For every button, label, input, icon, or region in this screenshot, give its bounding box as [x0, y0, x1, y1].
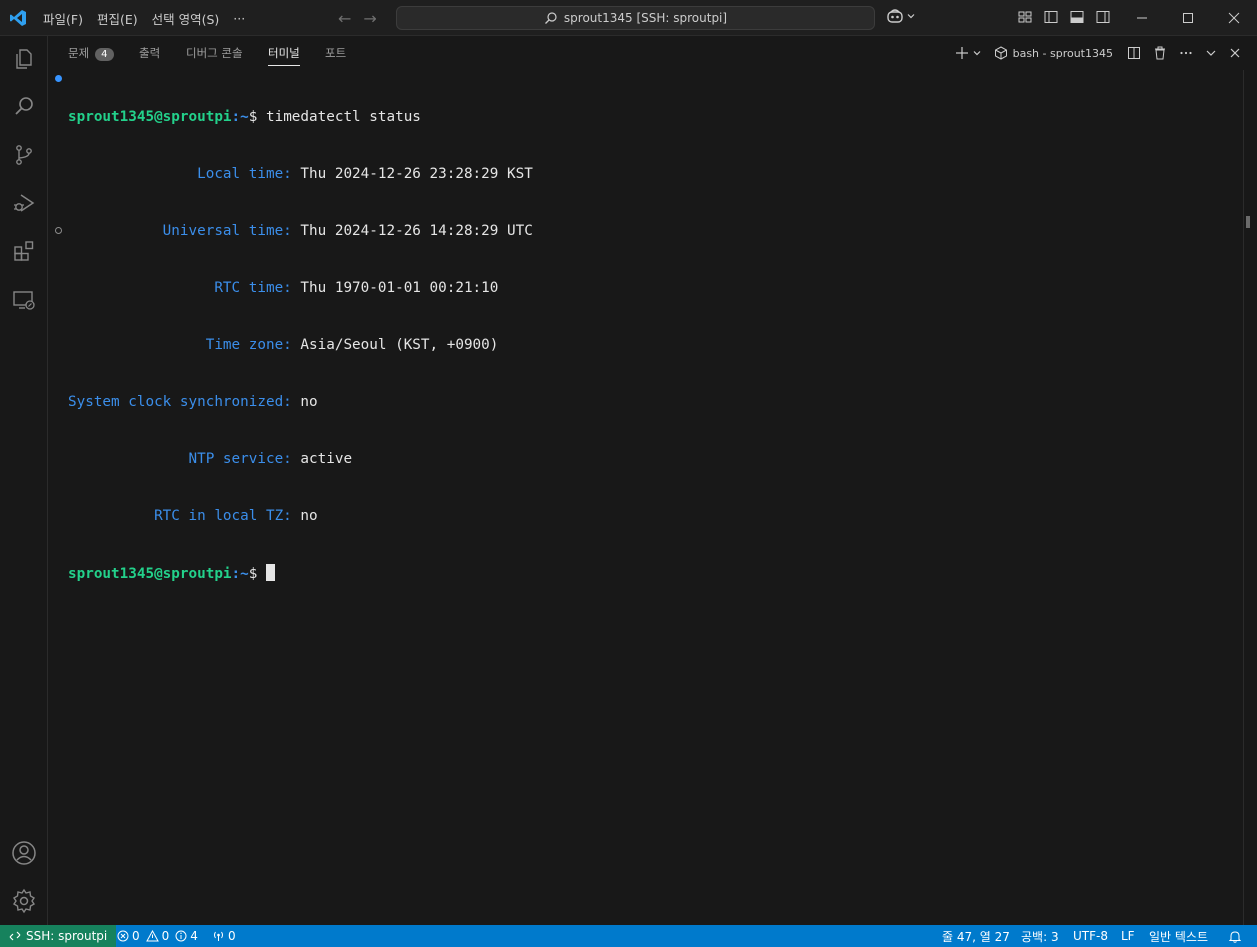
cursor-position[interactable]: 줄 47, 열 27	[942, 925, 1010, 947]
remote-label: SSH: sproutpi	[26, 929, 108, 943]
terminal-line-command: sprout1345@sproutpi:~$ timedatectl statu…	[68, 108, 533, 127]
command-center-search[interactable]: sprout1345 [SSH: sproutpi]	[396, 6, 875, 30]
panel-actions: bash - sprout1345	[945, 43, 1257, 63]
prompt-user: sprout1345@sproutpi	[68, 566, 232, 582]
menu-bar: 파일(F) 편집(E) 선택 영역(S) ···	[36, 0, 252, 36]
info-count: 4	[190, 929, 198, 943]
terminal-cursor	[265, 564, 275, 581]
error-icon	[117, 930, 129, 942]
output-row: System clock synchronized: no	[68, 394, 318, 410]
activity-bar	[0, 36, 48, 925]
ports-count: 0	[228, 929, 236, 943]
remote-icon	[9, 931, 21, 941]
error-count: 0	[132, 929, 140, 943]
scrollbar-track	[1243, 70, 1244, 925]
terminal-scrollbar[interactable]	[1243, 36, 1257, 925]
tab-debug-console[interactable]: 디버그 콘솔	[186, 45, 243, 61]
menu-selection[interactable]: 선택 영역(S)	[145, 9, 227, 28]
terminal-cube-icon	[994, 46, 1007, 60]
command-text: timedatectl status	[265, 109, 421, 125]
notifications-bell-icon[interactable]	[1229, 925, 1241, 947]
output-row: Universal time: Thu 2024-12-26 14:28:29 …	[68, 223, 533, 239]
run-debug-icon[interactable]	[11, 190, 37, 216]
layout-controls	[1017, 9, 1111, 25]
tab-terminal[interactable]: 터미널	[268, 45, 300, 66]
vscode-logo-icon[interactable]	[9, 9, 27, 27]
menu-file[interactable]: 파일(F)	[36, 9, 90, 28]
toggle-secondary-sidebar-icon[interactable]	[1095, 9, 1111, 25]
customize-layout-icon[interactable]	[1017, 9, 1033, 25]
maximize-icon[interactable]	[1165, 0, 1211, 36]
new-terminal-button[interactable]	[955, 46, 982, 60]
source-control-icon[interactable]	[11, 142, 37, 168]
command-decoration-default[interactable]	[55, 227, 62, 234]
info-icon	[175, 930, 187, 942]
forward-arrow-icon[interactable]: →	[363, 9, 376, 28]
window-controls	[1119, 0, 1257, 36]
problems-count-badge: 4	[95, 48, 114, 61]
extensions-icon[interactable]	[11, 238, 37, 264]
panel-tabs: 문제 4 출력 디버그 콘솔 터미널 포트 bash - sprout1345	[48, 36, 1257, 71]
tab-ports[interactable]: 포트	[325, 45, 346, 61]
bottom-panel: 문제 4 출력 디버그 콘솔 터미널 포트 bash - sprout1345 s…	[48, 36, 1257, 925]
chevron-down-icon	[907, 14, 915, 19]
prompt-path: :~	[231, 109, 249, 125]
broadcast-icon	[214, 931, 223, 941]
command-decoration-success[interactable]	[55, 75, 62, 82]
output-row: Time zone: Asia/Seoul (KST, +0900)	[68, 337, 499, 353]
scrollbar-marker	[1246, 216, 1250, 228]
end-of-line[interactable]: LF	[1121, 925, 1135, 947]
language-mode[interactable]: 일반 텍스트	[1149, 925, 1208, 947]
output-row: RTC time: Thu 1970-01-01 00:21:10	[68, 280, 499, 296]
menu-more[interactable]: ···	[226, 11, 252, 26]
minimize-icon[interactable]	[1119, 0, 1165, 36]
search-icon[interactable]	[11, 93, 37, 119]
warning-icon	[145, 930, 159, 942]
tab-problems[interactable]: 문제 4	[68, 45, 114, 61]
more-actions-icon[interactable]	[1179, 46, 1193, 60]
search-text: sprout1345 [SSH: sproutpi]	[563, 11, 728, 25]
search-icon	[544, 12, 557, 24]
prompt-path: :~	[231, 566, 249, 582]
forwarded-ports-status[interactable]: 0	[212, 925, 236, 947]
output-row: NTP service: active	[68, 451, 353, 467]
copilot-menu[interactable]	[886, 8, 916, 24]
file-encoding[interactable]: UTF-8	[1073, 925, 1108, 947]
indentation-spaces[interactable]: 공백: 3	[1021, 925, 1059, 947]
terminal-instance-label: bash - sprout1345	[1012, 46, 1113, 60]
prompt-symbol: $	[248, 566, 266, 582]
copilot-icon	[887, 9, 903, 23]
navigation-arrows: ← →	[338, 9, 377, 28]
warning-count: 0	[161, 929, 170, 943]
back-arrow-icon[interactable]: ←	[338, 9, 351, 28]
plus-icon	[955, 47, 968, 59]
prompt-symbol: $	[248, 109, 266, 125]
output-row: Local time: Thu 2024-12-26 23:28:29 KST	[68, 166, 533, 182]
prompt-user: sprout1345@sproutpi	[68, 109, 232, 125]
remote-explorer-icon[interactable]	[11, 287, 37, 313]
tab-output[interactable]: 출력	[139, 45, 160, 61]
maximize-panel-chevron-icon[interactable]	[1205, 47, 1217, 59]
terminal-line-prompt: sprout1345@sproutpi:~$	[68, 564, 533, 583]
toggle-primary-sidebar-icon[interactable]	[1043, 9, 1059, 25]
kill-terminal-trash-icon[interactable]	[1153, 46, 1167, 60]
title-bar: 파일(F) 편집(E) 선택 영역(S) ··· ← → sprout1345 …	[0, 0, 1257, 36]
problems-status[interactable]: 0 0 4	[117, 925, 198, 947]
remote-indicator[interactable]: SSH: sproutpi	[0, 925, 117, 947]
explorer-icon[interactable]	[11, 46, 37, 72]
account-icon[interactable]	[11, 840, 37, 866]
chevron-down-icon	[973, 51, 981, 56]
terminal-output[interactable]: sprout1345@sproutpi:~$ timedatectl statu…	[68, 70, 533, 621]
settings-gear-icon[interactable]	[11, 888, 37, 914]
close-icon[interactable]	[1211, 0, 1257, 36]
status-bar: SSH: sproutpi 0 0 4 0 줄 47, 열 27 공백: 3 U…	[0, 925, 1257, 947]
close-panel-icon[interactable]	[1229, 47, 1241, 59]
split-terminal-icon[interactable]	[1127, 46, 1141, 60]
output-row: RTC in local TZ: no	[68, 508, 318, 524]
toggle-panel-icon[interactable]	[1069, 9, 1085, 25]
menu-edit[interactable]: 편집(E)	[90, 9, 145, 28]
terminal-instance[interactable]: bash - sprout1345	[994, 46, 1113, 60]
